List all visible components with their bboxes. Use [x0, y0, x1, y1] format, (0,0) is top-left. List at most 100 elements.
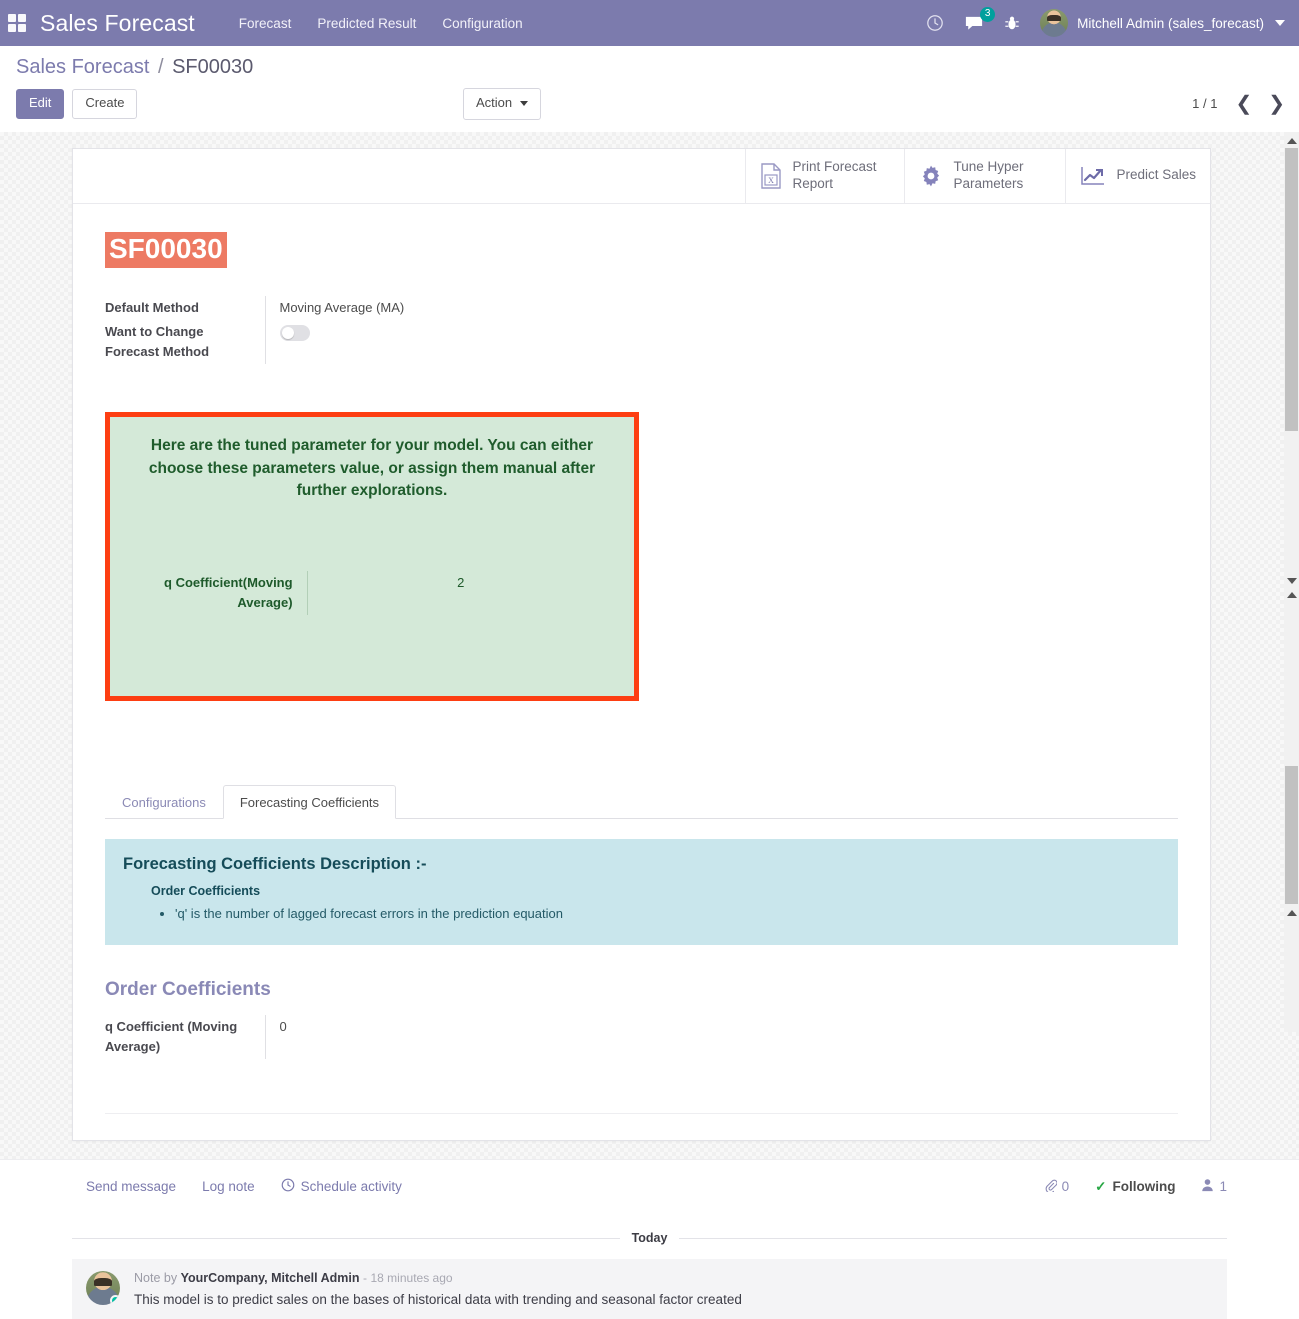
- predict-sales-label: Predict Sales: [1116, 167, 1196, 184]
- chat-bubble-icon[interactable]: 3: [964, 14, 984, 32]
- app-brand-title[interactable]: Sales Forecast: [40, 10, 195, 37]
- predict-sales-button[interactable]: Predict Sales: [1065, 149, 1210, 203]
- form-view-content: X Print Forecast Report Tune Hyper Param…: [0, 132, 1299, 1319]
- pager: 1 / 1 ❮ ❯: [1192, 94, 1285, 114]
- clock-icon[interactable]: [926, 14, 944, 32]
- create-button[interactable]: Create: [72, 89, 137, 119]
- edit-button[interactable]: Edit: [16, 89, 64, 119]
- scroll-up-arrow-outer[interactable]: [1284, 590, 1299, 600]
- chatter: Send message Log note Schedule activity …: [0, 1159, 1299, 1319]
- schedule-activity-label: Schedule activity: [301, 1179, 402, 1194]
- log-note-button[interactable]: Log note: [202, 1179, 255, 1194]
- print-forecast-report-button[interactable]: X Print Forecast Report: [745, 149, 904, 203]
- tab-configurations[interactable]: Configurations: [105, 785, 223, 819]
- tune-hyper-parameters-button[interactable]: Tune Hyper Parameters: [904, 149, 1065, 203]
- button-box: X Print Forecast Report Tune Hyper Param…: [73, 149, 1210, 204]
- following-button[interactable]: ✓ Following: [1095, 1179, 1175, 1195]
- attachments-counter[interactable]: 0: [1044, 1178, 1070, 1195]
- tab-forecasting-coefficients[interactable]: Forecasting Coefficients: [223, 785, 396, 819]
- chatter-actions: Send message Log note Schedule activity: [86, 1178, 402, 1195]
- order-coefficients-field-group: q Coefficient (Moving Average) 0: [105, 1015, 525, 1059]
- chevron-left-icon[interactable]: ❮: [1235, 94, 1252, 114]
- breadcrumb-separator: /: [158, 56, 164, 78]
- bug-icon[interactable]: [1004, 14, 1020, 32]
- page-title: SF00030: [105, 232, 227, 268]
- message-body: This model is to predict sales on the ba…: [134, 1290, 1213, 1310]
- chevron-right-icon[interactable]: ❯: [1268, 94, 1285, 114]
- field-row-q-coefficient-tuned: q Coefficient(Moving Average) 2: [130, 571, 614, 615]
- user-icon: [1201, 1178, 1214, 1195]
- tune-hyper-parameters-label: Tune Hyper Parameters: [953, 159, 1051, 193]
- scrollbar-thumb-inner[interactable]: [1285, 148, 1298, 431]
- tuned-parameters-field-group: q Coefficient(Moving Average) 2: [130, 571, 614, 615]
- action-menu-wrap: Action: [463, 88, 541, 120]
- chevron-down-icon: [1275, 20, 1285, 26]
- avatar: [1040, 9, 1068, 37]
- message-timestamp: 18 minutes ago: [371, 1271, 453, 1285]
- pager-count: 1 / 1: [1192, 96, 1217, 111]
- want-to-change-forecast-method-toggle[interactable]: [280, 325, 310, 341]
- field-value-q-coefficient-tuned: 2: [307, 571, 614, 615]
- control-panel-buttons: Edit Create Action 1 / 1 ❮ ❯: [16, 88, 1285, 132]
- field-label-q-coefficient: q Coefficient (Moving Average): [105, 1015, 265, 1059]
- form-sheet: X Print Forecast Report Tune Hyper Param…: [72, 148, 1211, 1141]
- list-item: 'q' is the number of lagged forecast err…: [175, 904, 1160, 925]
- field-label-q-coefficient-tuned: q Coefficient(Moving Average): [130, 571, 307, 615]
- scroll-down-arrow-outer[interactable]: [1284, 576, 1299, 586]
- messages-count-badge: 3: [980, 7, 995, 22]
- field-label-want-to-change-forecast-method: Want to Change Forecast Method: [105, 320, 265, 364]
- user-name-label: Mitchell Admin (sales_forecast): [1077, 16, 1264, 31]
- main-menu: Forecast Predicted Result Configuration: [239, 16, 523, 31]
- clock-icon: [281, 1178, 295, 1195]
- apps-grid-icon[interactable]: [8, 14, 26, 32]
- action-dropdown-button[interactable]: Action: [463, 88, 541, 120]
- followers-counter[interactable]: 1: [1201, 1178, 1227, 1195]
- description-heading: Forecasting Coefficients Description :-: [123, 855, 1160, 874]
- day-separator: Today: [72, 1231, 1227, 1245]
- user-menu[interactable]: Mitchell Admin (sales_forecast): [1040, 9, 1285, 37]
- field-value-q-coefficient[interactable]: 0: [265, 1015, 525, 1059]
- avatar: [86, 1271, 120, 1305]
- description-subheading: Order Coefficients: [151, 884, 1160, 898]
- field-value-want-to-change-forecast-method: [265, 320, 525, 364]
- excel-file-icon: X: [760, 163, 782, 189]
- order-coefficients-group-title: Order Coefficients: [105, 979, 1178, 1001]
- message-prefix: Note by: [134, 1271, 177, 1285]
- day-separator-label: Today: [632, 1231, 668, 1245]
- field-row-want-to-change-forecast-method: Want to Change Forecast Method: [105, 320, 525, 364]
- breadcrumb-root[interactable]: Sales Forecast: [16, 56, 149, 78]
- chatter-topbar: Send message Log note Schedule activity …: [0, 1178, 1299, 1195]
- forecasting-coefficients-description: Forecasting Coefficients Description :- …: [105, 839, 1178, 945]
- list-item: Note by YourCompany, Mitchell Admin - 18…: [72, 1259, 1227, 1319]
- inner-scrollbar[interactable]: [1284, 132, 1299, 1032]
- tuned-parameters-panel: Here are the tuned parameter for your mo…: [105, 412, 639, 701]
- tab-pane-forecasting-coefficients: Forecasting Coefficients Description :- …: [105, 819, 1178, 1114]
- scroll-bottom-arrow[interactable]: [1284, 908, 1299, 918]
- print-forecast-report-label: Print Forecast Report: [792, 159, 890, 193]
- message-dash: -: [363, 1271, 367, 1285]
- send-message-button[interactable]: Send message: [86, 1179, 176, 1194]
- schedule-activity-button[interactable]: Schedule activity: [281, 1178, 402, 1195]
- gear-icon: [919, 164, 943, 188]
- top-navbar: Sales Forecast Forecast Predicted Result…: [0, 0, 1299, 46]
- scroll-up-arrow-inner[interactable]: [1284, 136, 1299, 146]
- check-icon: ✓: [1095, 1179, 1106, 1195]
- menu-item-configuration[interactable]: Configuration: [442, 16, 522, 31]
- notebook-tabs: Configurations Forecasting Coefficients: [105, 785, 1178, 819]
- paperclip-icon: [1044, 1178, 1057, 1195]
- navbar-right: 3 Mitchell Admin (sales_forecast): [926, 9, 1285, 37]
- field-row-q-coefficient: q Coefficient (Moving Average) 0: [105, 1015, 525, 1059]
- scrollbar-thumb-outer[interactable]: [1285, 766, 1298, 904]
- attachment-count: 0: [1062, 1179, 1070, 1194]
- line-chart-icon: [1080, 165, 1106, 187]
- description-bullet-list: 'q' is the number of lagged forecast err…: [123, 904, 1160, 925]
- breadcrumb: Sales Forecast / SF00030: [16, 56, 1285, 79]
- message-header: Note by YourCompany, Mitchell Admin - 18…: [134, 1271, 1213, 1285]
- action-label: Action: [476, 95, 512, 112]
- menu-item-forecast[interactable]: Forecast: [239, 16, 292, 31]
- menu-item-predicted-result[interactable]: Predicted Result: [317, 16, 416, 31]
- field-label-default-method: Default Method: [105, 296, 265, 320]
- divider: [105, 1113, 1178, 1114]
- message-author[interactable]: YourCompany, Mitchell Admin: [181, 1271, 360, 1285]
- svg-text:X: X: [769, 176, 775, 185]
